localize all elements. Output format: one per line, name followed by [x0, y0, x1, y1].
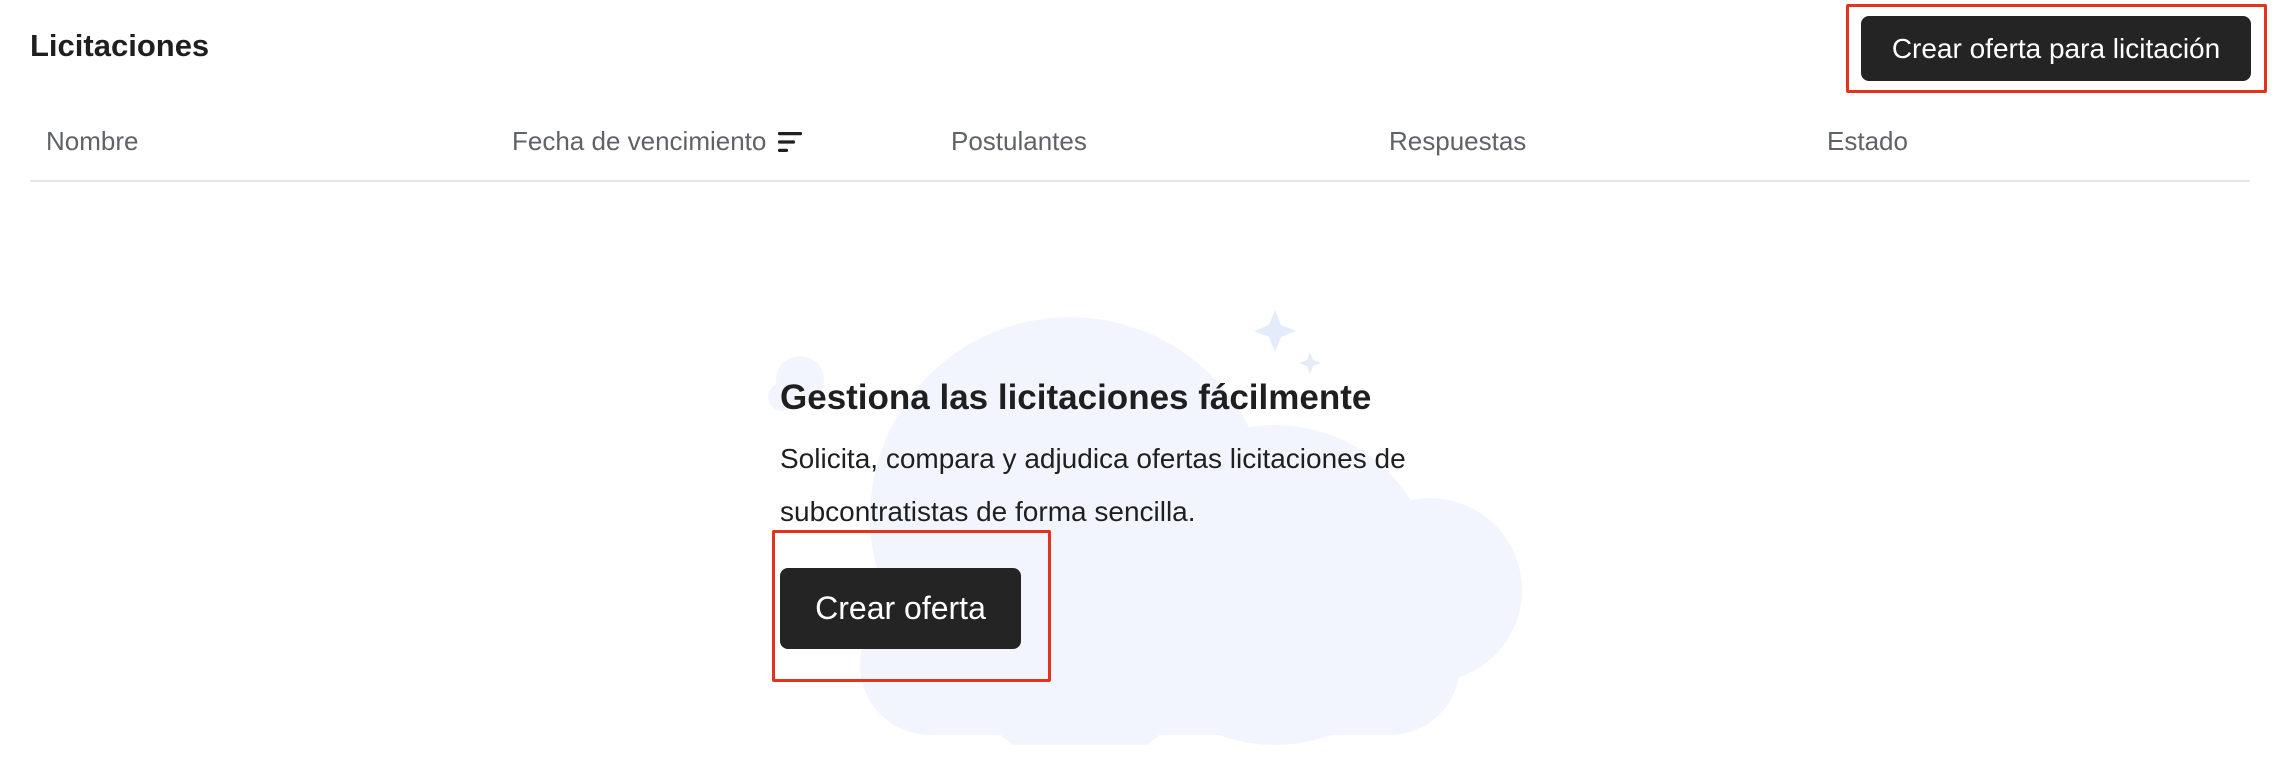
page-title: Licitaciones — [30, 28, 210, 63]
column-header-label: Postulantes — [951, 126, 1087, 156]
column-header-label: Fecha de vencimiento — [512, 126, 767, 156]
create-offer-button[interactable]: Crear oferta — [780, 568, 1021, 649]
sort-icon[interactable] — [778, 131, 803, 153]
column-header-label: Nombre — [46, 126, 139, 156]
page: Licitaciones Crear oferta para licitació… — [0, 0, 2274, 766]
table-header: Nombre Fecha de vencimiento Postulantes … — [30, 110, 2250, 182]
create-bid-offer-button[interactable]: Crear oferta para licitación — [1861, 16, 2251, 81]
empty-state-title: Gestiona las licitaciones fácilmente — [780, 378, 1372, 417]
empty-state-description: Solicita, compara y adjudica ofertas lic… — [780, 443, 1406, 527]
column-header-label: Respuestas — [1389, 126, 1527, 156]
column-header-respuestas: Respuestas — [1389, 126, 1526, 157]
column-header-nombre: Nombre — [46, 126, 138, 157]
column-header-postulantes: Postulantes — [951, 126, 1087, 157]
column-header-estado: Estado — [1827, 126, 1908, 157]
column-header-fecha-vencimiento[interactable]: Fecha de vencimiento — [512, 126, 803, 157]
column-header-label: Estado — [1827, 126, 1908, 156]
